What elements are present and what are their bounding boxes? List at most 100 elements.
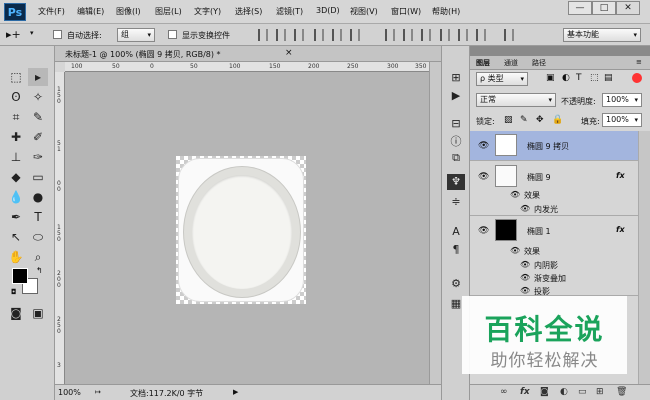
- effect-gradient-overlay[interactable]: 渐变叠加: [534, 273, 566, 284]
- brush-panel-icon[interactable]: ♆: [447, 174, 465, 190]
- status-menu-arrow-icon[interactable]: ▶: [233, 388, 238, 396]
- visibility-eye-icon[interactable]: 👁: [478, 141, 489, 151]
- add-style-icon[interactable]: fx: [520, 387, 530, 397]
- hand-tool-icon[interactable]: ✋: [6, 248, 26, 266]
- distribute-hcenter-icon[interactable]: [458, 29, 468, 41]
- zoom-tool-icon[interactable]: ⌕: [28, 248, 48, 266]
- adjustments-panel-icon[interactable]: ≑: [447, 194, 465, 210]
- align-top-icon[interactable]: [258, 29, 268, 41]
- tool-preset-chevron-icon[interactable]: ▾: [30, 29, 34, 37]
- menu-type[interactable]: 文字(Y): [194, 6, 221, 17]
- quick-mask-icon[interactable]: ◙: [6, 304, 26, 322]
- layer-row-ellipse9-copy[interactable]: 👁 椭圆 9 拷贝: [470, 131, 638, 161]
- lasso-tool-icon[interactable]: ʘ: [6, 88, 26, 106]
- menu-file[interactable]: 文件(F): [38, 6, 65, 17]
- filter-type-icon[interactable]: T: [576, 73, 582, 83]
- healing-brush-icon[interactable]: ✚: [6, 128, 26, 146]
- effect-eye-icon[interactable]: 👁: [510, 190, 520, 199]
- move-tool-icon[interactable]: ▸+: [6, 28, 21, 41]
- menu-image[interactable]: 图像(I): [116, 6, 141, 17]
- visibility-eye-icon[interactable]: 👁: [478, 172, 489, 182]
- blend-mode-dropdown[interactable]: 正常 ▾: [476, 93, 556, 107]
- distribute-top-icon[interactable]: [385, 29, 395, 41]
- 3d-panel-icon[interactable]: ⚙: [447, 276, 465, 292]
- clone-stamp-icon[interactable]: ⊥: [6, 148, 26, 166]
- close-tab-icon[interactable]: ×: [285, 48, 293, 58]
- delete-layer-icon[interactable]: 🗑: [616, 387, 627, 397]
- new-layer-icon[interactable]: ⊞: [596, 387, 604, 397]
- tab-layers[interactable]: 图层: [476, 58, 490, 68]
- new-group-icon[interactable]: ▭: [578, 387, 587, 397]
- distribute-left-icon[interactable]: [440, 29, 450, 41]
- layers-scrollbar[interactable]: [638, 131, 650, 384]
- align-hcenter-icon[interactable]: [332, 29, 342, 41]
- blur-tool-icon[interactable]: 💧: [6, 188, 26, 206]
- link-layers-icon[interactable]: ∞: [500, 387, 508, 397]
- dodge-tool-icon[interactable]: ●: [28, 188, 48, 206]
- menu-select[interactable]: 选择(S): [235, 6, 262, 17]
- effect-inner-glow[interactable]: 内发光: [534, 204, 558, 215]
- close-button[interactable]: ✕: [616, 1, 640, 15]
- maximize-button[interactable]: □: [592, 1, 616, 15]
- visibility-eye-icon[interactable]: 👁: [478, 226, 489, 236]
- properties-panel-icon[interactable]: ⊟: [447, 116, 465, 132]
- auto-select-dropdown[interactable]: 组 ▾: [117, 28, 155, 42]
- move-tool-icon[interactable]: ▸: [28, 68, 48, 86]
- distribute-right-icon[interactable]: [476, 29, 486, 41]
- vertical-scrollbar[interactable]: [429, 62, 441, 384]
- history-brush-icon[interactable]: ✑: [28, 148, 48, 166]
- menu-3d[interactable]: 3D(D): [316, 6, 340, 15]
- effect-eye-icon[interactable]: 👁: [520, 286, 530, 295]
- fx-icon[interactable]: fx: [616, 171, 625, 180]
- add-mask-icon[interactable]: ◙: [540, 387, 549, 397]
- filter-shape-icon[interactable]: ⬚: [590, 73, 599, 83]
- filter-toggle-icon[interactable]: [632, 73, 642, 83]
- type-tool-icon[interactable]: T: [28, 208, 48, 226]
- layer-filter-dropdown[interactable]: ρ 类型 ▾: [476, 72, 528, 86]
- menu-layer[interactable]: 图层(L): [155, 6, 182, 17]
- menu-edit[interactable]: 编辑(E): [77, 6, 104, 17]
- fill-field[interactable]: 100% ▾: [602, 113, 642, 127]
- align-vcenter-icon[interactable]: [276, 29, 286, 41]
- eraser-tool-icon[interactable]: ◆: [6, 168, 26, 186]
- filter-adjustment-icon[interactable]: ◐: [562, 73, 570, 83]
- crop-tool-icon[interactable]: ⌗: [6, 108, 26, 126]
- align-bottom-icon[interactable]: [294, 29, 304, 41]
- foreground-color-swatch[interactable]: [12, 268, 28, 284]
- character-panel-icon[interactable]: A: [447, 224, 465, 240]
- actions-panel-icon[interactable]: ▶: [447, 88, 465, 104]
- menu-filter[interactable]: 滤镜(T): [276, 6, 303, 17]
- pen-tool-icon[interactable]: ✒: [6, 208, 26, 226]
- align-left-icon[interactable]: [314, 29, 324, 41]
- show-transform-checkbox[interactable]: [168, 30, 177, 39]
- align-right-icon[interactable]: [350, 29, 360, 41]
- auto-align-icon[interactable]: [504, 29, 514, 41]
- paragraph-panel-icon[interactable]: ¶: [447, 242, 465, 258]
- lock-transparent-icon[interactable]: ▨: [504, 115, 513, 125]
- menu-help[interactable]: 帮助(H): [432, 6, 460, 17]
- swap-colors-icon[interactable]: ↰: [36, 266, 43, 275]
- marquee-tool-icon[interactable]: ⬚: [6, 68, 26, 86]
- effect-eye-icon[interactable]: 👁: [520, 260, 530, 269]
- lock-position-icon[interactable]: ✥: [536, 115, 544, 125]
- effect-eye-icon[interactable]: 👁: [510, 246, 520, 255]
- brush-tool-icon[interactable]: ✐: [28, 128, 48, 146]
- filter-pixel-icon[interactable]: ▣: [546, 73, 555, 83]
- effect-eye-icon[interactable]: 👁: [520, 204, 530, 213]
- document-tab[interactable]: 未标题-1 @ 100% (椭圆 9 拷贝, RGB/8) * ×: [55, 46, 441, 62]
- gradient-tool-icon[interactable]: ▭: [28, 168, 48, 186]
- lock-all-icon[interactable]: 🔒: [552, 115, 563, 125]
- canvas[interactable]: [176, 156, 306, 304]
- fx-icon[interactable]: fx: [616, 225, 625, 234]
- layer-row-ellipse9[interactable]: 👁 椭圆 9 fx 👁 效果 👁 内发光: [470, 162, 638, 216]
- tab-channels[interactable]: 通道: [504, 58, 518, 68]
- clone-source-icon[interactable]: ⧉: [447, 150, 465, 166]
- adjustment-layer-icon[interactable]: ◐: [560, 387, 568, 397]
- menu-window[interactable]: 窗口(W): [391, 6, 421, 17]
- tab-paths[interactable]: 路径: [532, 58, 546, 68]
- distribute-bottom-icon[interactable]: [421, 29, 431, 41]
- ellipse-tool-icon[interactable]: ⬭: [28, 228, 48, 246]
- layer-name[interactable]: 椭圆 1: [527, 226, 551, 237]
- zoom-level[interactable]: 100%: [58, 388, 81, 397]
- auto-select-checkbox[interactable]: [53, 30, 62, 39]
